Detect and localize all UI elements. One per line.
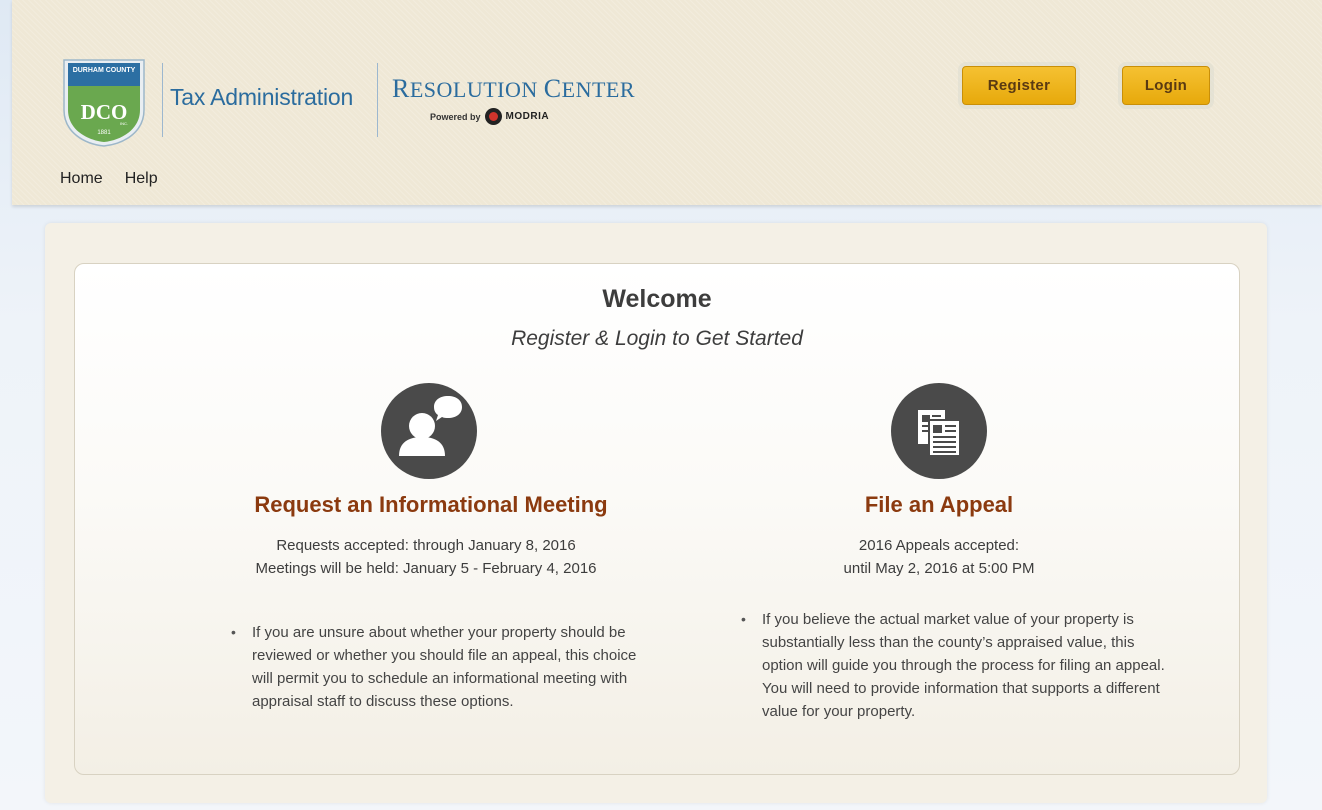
resolution-center-title: RESOLUTION CENTER <box>392 74 636 103</box>
appeal-bullet-list: If you believe the actual market value o… <box>738 608 1178 723</box>
header-divider <box>377 63 378 137</box>
meeting-bullet-list: If you are unsure about whether your pro… <box>228 621 658 713</box>
tax-administration-title: Tax Administration <box>170 84 354 110</box>
welcome-subtitle: Register & Login to Get Started <box>511 327 803 350</box>
modria-label: MODRIA <box>505 111 550 122</box>
svg-text:INC.: INC. <box>120 121 128 126</box>
login-button[interactable]: Login <box>1122 66 1210 105</box>
county-shield-icon: DURHAM COUNTY DCO 1881 INC. <box>63 59 145 147</box>
nav-help[interactable]: Help <box>125 170 158 188</box>
svg-text:1881: 1881 <box>97 130 111 136</box>
header-divider <box>162 63 163 137</box>
powered-by-modria: Powered by MODRIA <box>430 108 549 125</box>
modria-logo-icon <box>484 108 502 125</box>
durham-county-logo[interactable]: DURHAM COUNTY DCO 1881 INC. <box>60 58 148 148</box>
main-nav: Home Help <box>60 170 158 188</box>
appeal-accepted-label: 2016 Appeals accepted: <box>858 537 1020 554</box>
powered-by-label: Powered by <box>430 111 481 122</box>
appeal-details: 2016 Appeals accepted: until May 2, 2016… <box>724 534 1154 580</box>
welcome-heading: Welcome <box>602 285 712 313</box>
person-speech-icon[interactable] <box>381 383 477 479</box>
meeting-dates: Meetings will be held: January 5 - Febru… <box>255 560 597 577</box>
list-item: If you are unsure about whether your pro… <box>228 621 658 713</box>
meeting-requests-accepted: Requests accepted: through January 8, 20… <box>276 537 576 554</box>
list-item: If you believe the actual market value o… <box>738 608 1178 723</box>
appeal-deadline: until May 2, 2016 at 5:00 PM <box>843 560 1035 577</box>
svg-text:DURHAM COUNTY: DURHAM COUNTY <box>73 67 136 74</box>
documents-icon[interactable] <box>891 383 987 479</box>
meeting-details: Requests accepted: through January 8, 20… <box>196 534 656 580</box>
request-meeting-title[interactable]: Request an Informational Meeting <box>206 492 656 518</box>
register-button[interactable]: Register <box>962 66 1076 105</box>
file-appeal-title[interactable]: File an Appeal <box>724 492 1154 518</box>
nav-home[interactable]: Home <box>60 170 103 188</box>
